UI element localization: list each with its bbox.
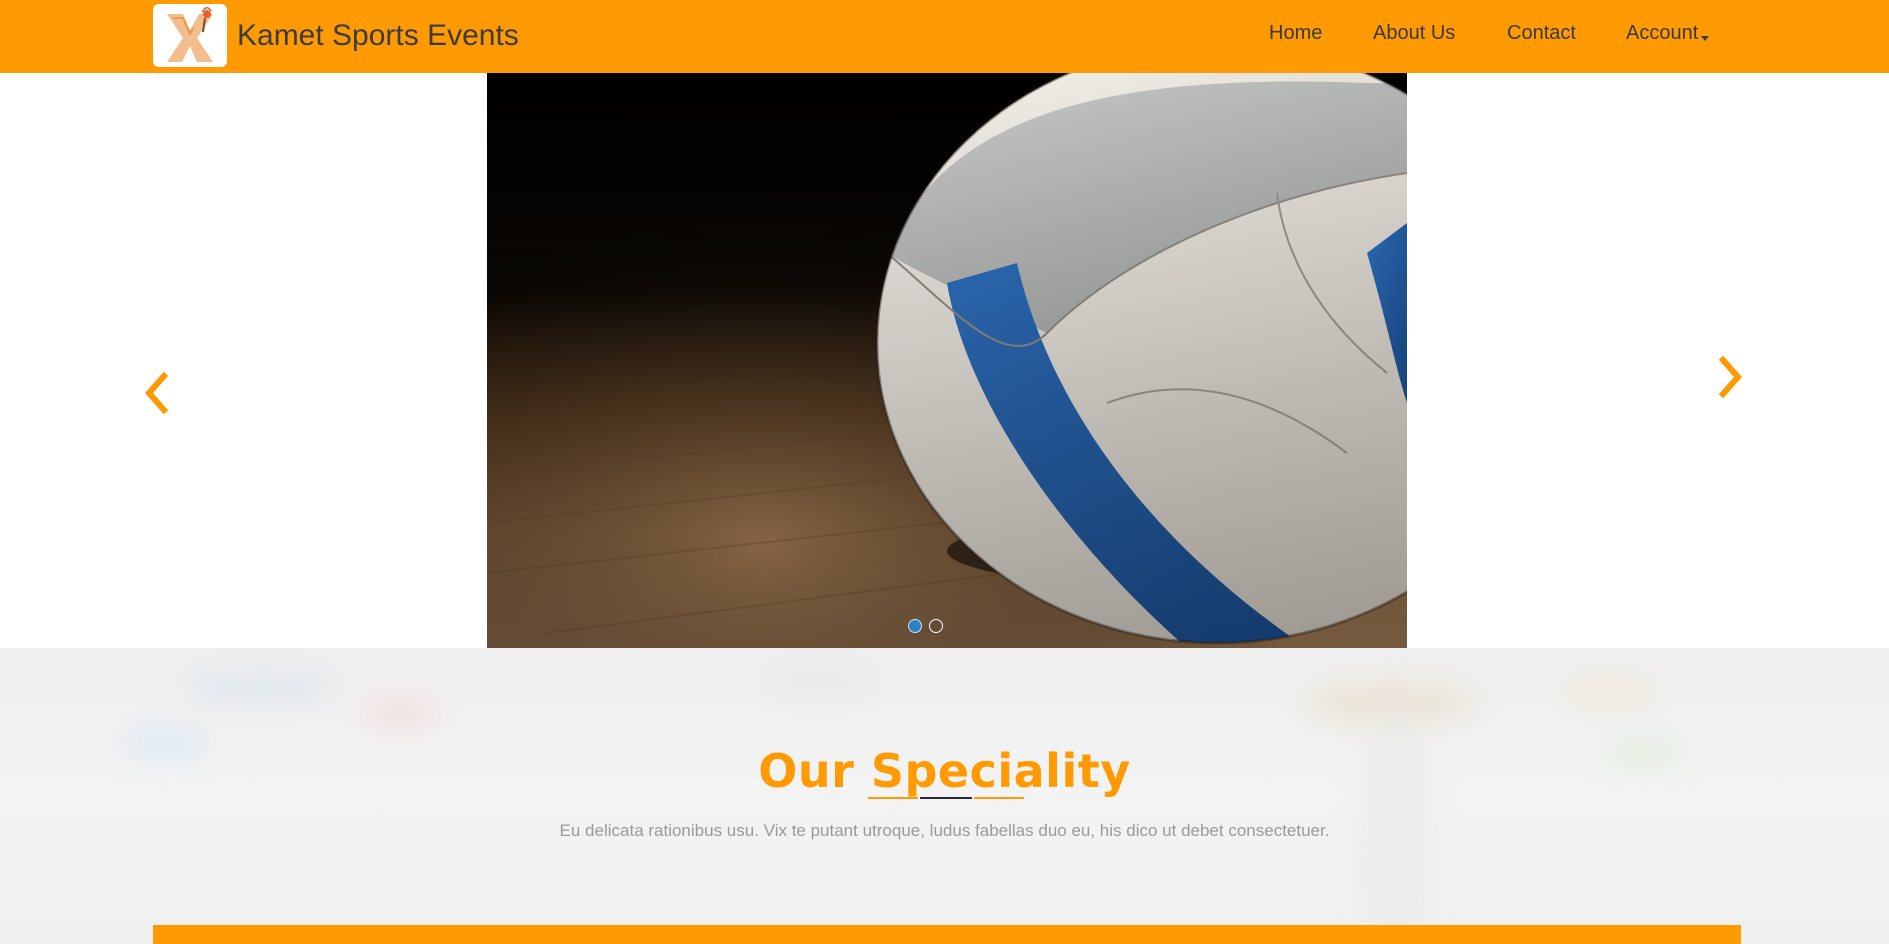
speciality-section: Our Speciality Eu delicata rationibus us… <box>0 648 1889 944</box>
nav-account-dropdown[interactable]: Account <box>1626 22 1710 45</box>
chevron-right-icon[interactable] <box>1713 354 1747 400</box>
background-blur <box>360 698 440 728</box>
speciality-title: Our Speciality <box>758 744 1131 798</box>
nav-menu: Home About Us Contact Account <box>0 0 1889 73</box>
nav-contact-link[interactable]: Contact <box>1507 22 1576 45</box>
carousel-indicators <box>908 619 943 633</box>
top-navbar: Kamet Sports Events Home About Us Contac… <box>0 0 1889 73</box>
chevron-left-icon[interactable] <box>140 370 174 416</box>
speciality-description: Eu delicata rationibus usu. Vix te putan… <box>559 821 1330 840</box>
nav-home-link[interactable]: Home <box>1269 22 1322 45</box>
background-blur <box>760 668 880 698</box>
hero-carousel <box>0 73 1889 648</box>
background-blur <box>180 668 340 708</box>
nav-account-label: Account <box>1626 22 1699 44</box>
carousel-indicator-2[interactable] <box>929 619 943 633</box>
caret-down-icon <box>1701 36 1710 41</box>
nav-about-link[interactable]: About Us <box>1373 22 1455 45</box>
carousel-slide-image <box>487 73 1407 648</box>
background-blur <box>1560 678 1660 708</box>
title-underline <box>868 797 1024 799</box>
carousel-indicator-1[interactable] <box>908 619 922 633</box>
content-banner-strip <box>153 925 1741 944</box>
